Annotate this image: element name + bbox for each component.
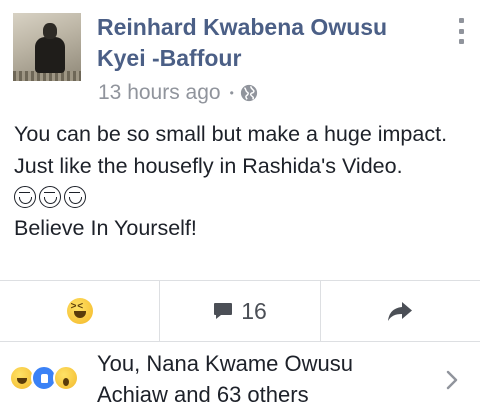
action-bar: 16 xyxy=(0,280,480,342)
post-body: You can be so small but make a huge impa… xyxy=(14,118,466,244)
post-header: Reinhard Kwabena Owusu Kyei -Baffour 13 … xyxy=(0,0,480,112)
globe-icon xyxy=(240,84,257,102)
author-avatar[interactable] xyxy=(13,13,81,81)
laughing-face-icon xyxy=(14,186,36,208)
chevron-right-icon[interactable] xyxy=(445,369,459,391)
comment-count-group: 16 xyxy=(213,298,267,325)
reaction-icons xyxy=(9,365,79,391)
reactions-summary-text: You, Nana Kwame Owusu Achiaw and 63 othe… xyxy=(97,351,353,407)
reactions-summary[interactable]: You, Nana Kwame Owusu Achiaw and 63 othe… xyxy=(0,343,480,415)
post-text: You can be so small but make a huge impa… xyxy=(14,122,448,178)
wow-icon xyxy=(53,365,79,391)
haha-reaction-icon xyxy=(66,298,93,324)
post-timestamp[interactable]: 13 hours ago xyxy=(98,81,221,105)
post-text-closing: Believe In Yourself! xyxy=(14,216,197,240)
share-icon xyxy=(388,302,413,321)
meta-separator: • xyxy=(229,86,234,100)
laughing-face-icon xyxy=(64,186,86,208)
comment-count: 16 xyxy=(241,297,267,324)
comment-button[interactable]: 16 xyxy=(159,281,319,341)
share-button[interactable] xyxy=(319,281,480,341)
post-meta: 13 hours ago • xyxy=(98,79,258,107)
laughing-face-icon xyxy=(39,186,61,208)
comment-icon xyxy=(214,303,233,319)
author-name[interactable]: Reinhard Kwabena Owusu Kyei -Baffour xyxy=(97,12,442,74)
more-options-icon[interactable] xyxy=(454,18,468,44)
react-button[interactable] xyxy=(0,281,159,341)
emoji-row xyxy=(14,184,466,210)
